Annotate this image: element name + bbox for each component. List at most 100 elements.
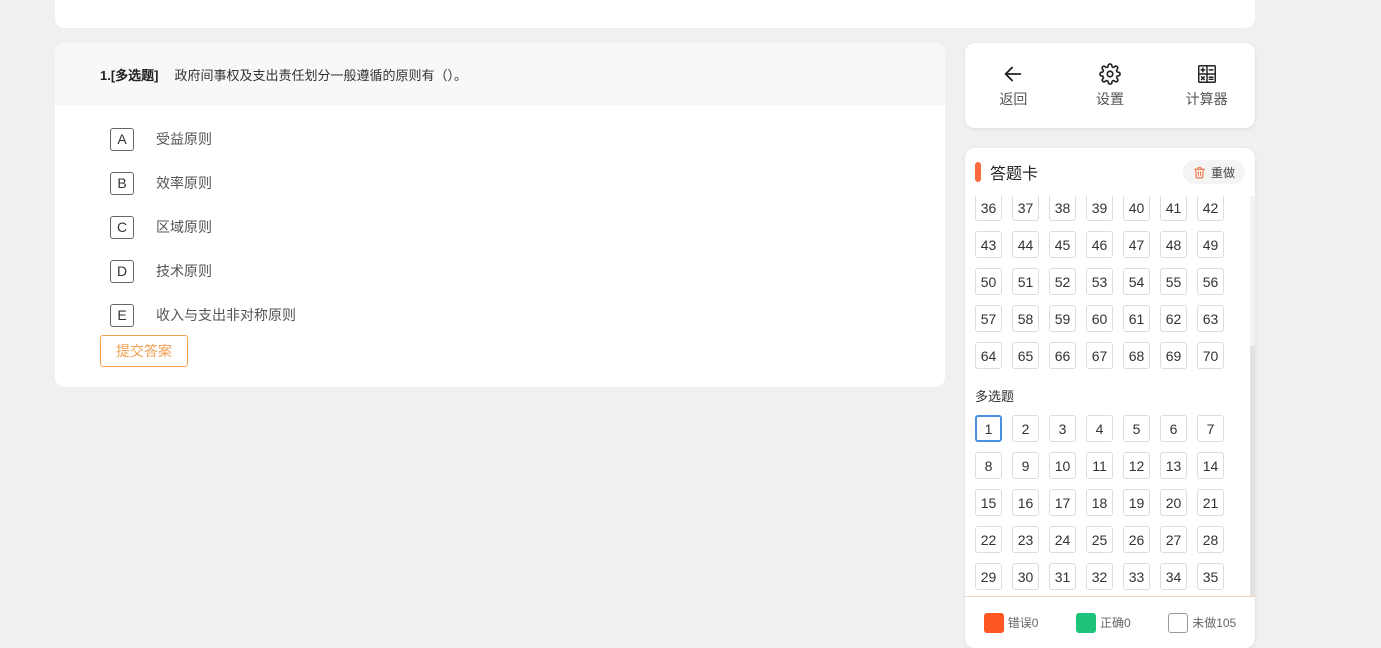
redo-button[interactable]: 重做 xyxy=(1182,160,1245,184)
calculator-button[interactable]: 计算器 xyxy=(1172,63,1242,109)
question-number-cell[interactable]: 64 xyxy=(975,342,1002,369)
single-choice-grid: 36 37 38 39 40 41 42 43 44 45 46 47 48 49 50 51 52 53 54 55… xyxy=(975,196,1250,369)
question-number-cell[interactable]: 56 xyxy=(1197,268,1224,295)
question-number-cell[interactable]: 25 xyxy=(1086,526,1113,553)
correct-swatch xyxy=(1075,612,1096,633)
question-number-cell[interactable]: 15 xyxy=(975,489,1002,516)
question-number-cell[interactable]: 42 xyxy=(1197,196,1224,221)
undone-swatch xyxy=(1168,612,1189,633)
question-number-cell[interactable]: 6 xyxy=(1160,415,1187,442)
submit-answer-button[interactable]: 提交答案 xyxy=(100,335,188,367)
back-button[interactable]: 返回 xyxy=(978,63,1048,109)
question-number-cell[interactable]: 1 xyxy=(975,415,1002,442)
answer-sheet-scroll-area[interactable]: 36 37 38 39 40 41 42 43 44 45 46 47 48 49 50 51 52 53 54 55… xyxy=(965,196,1250,596)
question-number-cell[interactable]: 12 xyxy=(1123,452,1150,479)
option-e[interactable]: E 收入与支出非对称原则 xyxy=(55,293,945,337)
question-number-cell[interactable]: 28 xyxy=(1197,526,1224,553)
question-number-cell[interactable]: 65 xyxy=(1012,342,1039,369)
question-number-cell[interactable]: 7 xyxy=(1197,415,1224,442)
question-number-cell[interactable]: 61 xyxy=(1123,305,1150,332)
option-b[interactable]: B 效率原则 xyxy=(55,161,945,205)
scrollbar-thumb[interactable] xyxy=(1250,346,1255,596)
option-text: 受益原则 xyxy=(156,131,212,147)
question-number-cell[interactable]: 35 xyxy=(1197,563,1224,590)
question-number-cell[interactable]: 52 xyxy=(1049,268,1076,295)
question-number-cell[interactable]: 18 xyxy=(1086,489,1113,516)
option-letter: E xyxy=(110,303,134,327)
question-number-cell[interactable]: 50 xyxy=(975,268,1002,295)
question-number-cell[interactable]: 26 xyxy=(1123,526,1150,553)
question-number-cell[interactable]: 62 xyxy=(1160,305,1187,332)
question-number-cell[interactable]: 48 xyxy=(1160,231,1187,258)
calculator-label: 计算器 xyxy=(1185,90,1228,107)
question-number-cell[interactable]: 46 xyxy=(1086,231,1113,258)
option-c[interactable]: C 区域原则 xyxy=(55,205,945,249)
question-number-cell[interactable]: 36 xyxy=(975,196,1002,221)
multi-choice-section-label: 多选题 xyxy=(975,389,1015,404)
answer-sheet-card: 答题卡 重做 36 37 38 39 40 41 42 43 44 45 46 47 48 49 50 51 5… xyxy=(965,148,1255,648)
question-number-cell[interactable]: 3 xyxy=(1049,415,1076,442)
question-number-cell[interactable]: 30 xyxy=(1012,563,1039,590)
legend-wrong: 错误0 xyxy=(983,612,1038,633)
question-number-cell[interactable]: 58 xyxy=(1012,305,1039,332)
legend-undone: 未做105 xyxy=(1168,612,1237,633)
question-number-cell[interactable]: 2 xyxy=(1012,415,1039,442)
question-number-cell[interactable]: 4 xyxy=(1086,415,1113,442)
question-number-cell[interactable]: 70 xyxy=(1197,342,1224,369)
undone-count: 未做105 xyxy=(1192,616,1237,630)
question-number-cell[interactable]: 57 xyxy=(975,305,1002,332)
question-number-cell[interactable]: 27 xyxy=(1160,526,1187,553)
question-number-cell[interactable]: 55 xyxy=(1160,268,1187,295)
calculator-icon xyxy=(1197,64,1216,83)
answer-legend: 错误0 正确0 未做105 xyxy=(965,596,1255,646)
settings-button[interactable]: 设置 xyxy=(1075,62,1145,109)
question-number-cell[interactable]: 33 xyxy=(1123,563,1150,590)
question-number-cell[interactable]: 34 xyxy=(1160,563,1187,590)
wrong-swatch xyxy=(983,612,1004,633)
question-number-cell[interactable]: 49 xyxy=(1197,231,1224,258)
question-number-cell[interactable]: 29 xyxy=(975,563,1002,590)
settings-label: 设置 xyxy=(1095,90,1124,107)
question-number-cell[interactable]: 10 xyxy=(1049,452,1076,479)
question-number-cell[interactable]: 43 xyxy=(975,231,1002,258)
question-number-cell[interactable]: 37 xyxy=(1012,196,1039,221)
question-number-cell[interactable]: 8 xyxy=(975,452,1002,479)
question-number-cell[interactable]: 21 xyxy=(1197,489,1224,516)
question-number-cell[interactable]: 32 xyxy=(1086,563,1113,590)
question-number-cell[interactable]: 40 xyxy=(1123,196,1150,221)
question-number-cell[interactable]: 31 xyxy=(1049,563,1076,590)
question-number-cell[interactable]: 38 xyxy=(1049,196,1076,221)
question-number-cell[interactable]: 45 xyxy=(1049,231,1076,258)
question-number-cell[interactable]: 19 xyxy=(1123,489,1150,516)
question-number-cell[interactable]: 54 xyxy=(1123,268,1150,295)
question-number-cell[interactable]: 41 xyxy=(1160,196,1187,221)
question-number-cell[interactable]: 11 xyxy=(1086,452,1113,479)
question-number-cell[interactable]: 20 xyxy=(1160,489,1187,516)
question-number-cell[interactable]: 13 xyxy=(1160,452,1187,479)
question-number-cell[interactable]: 44 xyxy=(1012,231,1039,258)
question-number-cell[interactable]: 22 xyxy=(975,526,1002,553)
question-number-cell[interactable]: 16 xyxy=(1012,489,1039,516)
question-number-cell[interactable]: 14 xyxy=(1197,452,1224,479)
question-number-cell[interactable]: 9 xyxy=(1012,452,1039,479)
question-number-cell[interactable]: 47 xyxy=(1123,231,1150,258)
option-letter: B xyxy=(110,171,134,195)
question-number-cell[interactable]: 17 xyxy=(1049,489,1076,516)
question-number-cell[interactable]: 5 xyxy=(1123,415,1150,442)
question-number-cell[interactable]: 67 xyxy=(1086,342,1113,369)
question-number-cell[interactable]: 60 xyxy=(1086,305,1113,332)
question-number-cell[interactable]: 51 xyxy=(1012,268,1039,295)
question-number-cell[interactable]: 59 xyxy=(1049,305,1076,332)
option-a[interactable]: A 受益原则 xyxy=(55,117,945,161)
answer-sheet-header: 答题卡 重做 xyxy=(965,148,1255,196)
option-d[interactable]: D 技术原则 xyxy=(55,249,945,293)
question-number-cell[interactable]: 63 xyxy=(1197,305,1224,332)
question-number-cell[interactable]: 23 xyxy=(1012,526,1039,553)
title-accent-bar xyxy=(975,162,981,182)
question-number-cell[interactable]: 68 xyxy=(1123,342,1150,369)
question-number-cell[interactable]: 24 xyxy=(1049,526,1076,553)
question-number-cell[interactable]: 39 xyxy=(1086,196,1113,221)
question-number-cell[interactable]: 66 xyxy=(1049,342,1076,369)
question-number-cell[interactable]: 69 xyxy=(1160,342,1187,369)
question-number-cell[interactable]: 53 xyxy=(1086,268,1113,295)
